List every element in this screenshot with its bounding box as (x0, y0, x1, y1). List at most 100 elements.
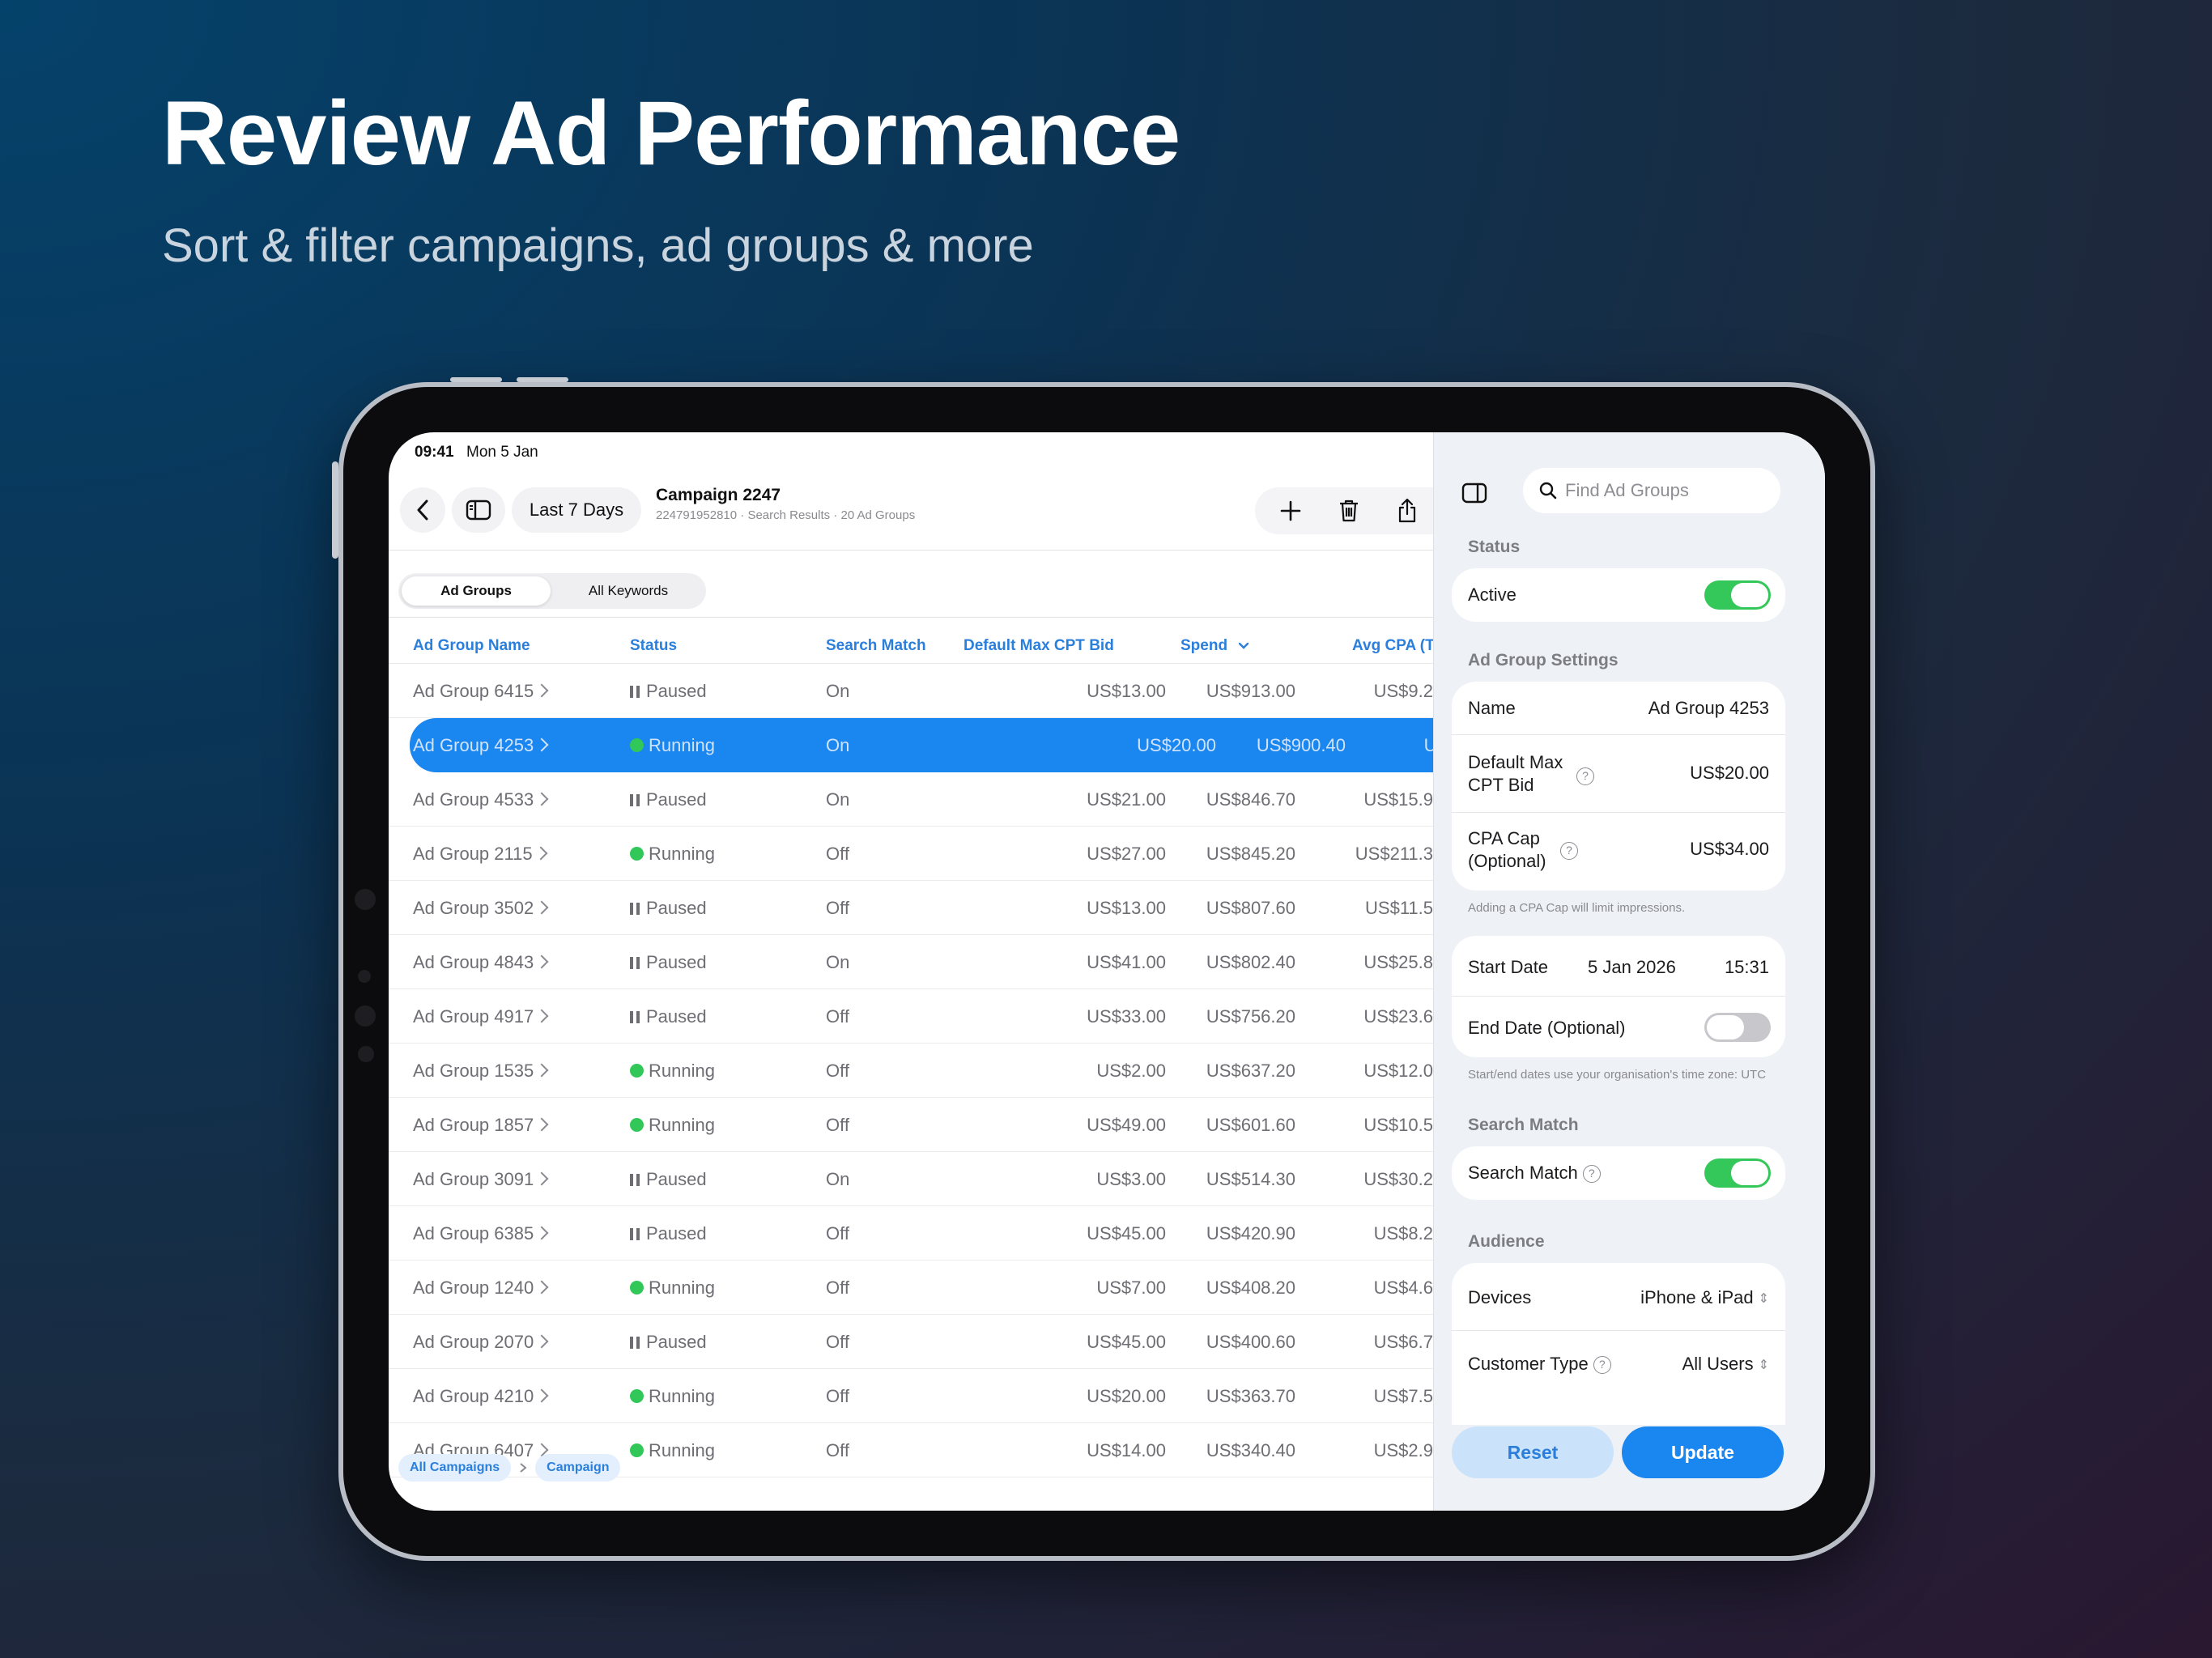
devices-label: Devices (1468, 1287, 1532, 1307)
inspector-toggle-button[interactable] (1461, 483, 1487, 508)
cell-text: US$41.00 (1087, 952, 1166, 972)
cell-text: US$45.00 (1087, 1223, 1166, 1244)
delete-button[interactable] (1326, 488, 1372, 534)
table-row[interactable]: Ad Group 1240 Running Off US$7.00 US$408.20 U… (389, 1261, 1433, 1315)
cell-match: On (826, 952, 849, 973)
pause-icon (630, 794, 640, 806)
cell-match: On (826, 735, 849, 756)
cell-text: US$211.3 (1355, 844, 1433, 864)
cell-text: Off (826, 1440, 849, 1460)
breadcrumb-campaign[interactable]: Campaign (535, 1454, 621, 1482)
cpa-label: CPA Cap (Optional) (1468, 827, 1546, 873)
table-row[interactable]: Ad Group 6385 Paused Off US$45.00 US$420.90 U… (389, 1206, 1433, 1261)
cell-text: US$420.90 (1206, 1223, 1295, 1244)
segment-ad-groups[interactable]: Ad Groups (402, 576, 551, 606)
search-field[interactable]: Find Ad Groups (1523, 468, 1780, 513)
name-value[interactable]: Ad Group 4253 (1648, 698, 1769, 719)
date-range-button[interactable]: Last 7 Days (512, 487, 641, 533)
customer-type-row[interactable]: Customer Type? All Users ⇕ (1452, 1331, 1785, 1399)
pause-icon (630, 686, 640, 698)
dates-card: Start Date 5 Jan 2026 15:31 End Date (Op… (1452, 936, 1785, 1057)
table-row[interactable]: Ad Group 6415 Paused On US$13.00 US$913.00 US… (389, 664, 1433, 718)
breadcrumb-all-campaigns[interactable]: All Campaigns (398, 1454, 512, 1482)
col-ad-group-name[interactable]: Ad Group Name (413, 637, 530, 655)
share-button[interactable] (1385, 488, 1430, 534)
search-match-help-icon[interactable]: ? (1582, 1165, 1601, 1184)
add-button[interactable] (1268, 488, 1313, 534)
cell-bid: US$27.00 (1087, 844, 1166, 865)
cell-bid: US$2.00 (1096, 1061, 1166, 1082)
table-row[interactable]: Ad Group 2070 Paused Off US$45.00 US$400.60 U… (389, 1315, 1433, 1369)
search-match-section-title: Search Match (1468, 1116, 1579, 1134)
name-row[interactable]: Name Ad Group 4253 (1452, 682, 1785, 735)
cell-spend: US$420.90 (1206, 1223, 1295, 1244)
table-row[interactable]: Ad Group 4843 Paused On US$41.00 US$802.40 US… (389, 935, 1433, 989)
search-match-toggle[interactable] (1704, 1158, 1771, 1188)
table-row[interactable]: Ad Group 4917 Paused Off US$33.00 US$756.20 U… (389, 989, 1433, 1044)
cell-name: Ad Group 4917 (413, 1006, 549, 1027)
table-row[interactable]: Ad Group 1857 Running Off US$49.00 US$601.60… (389, 1098, 1433, 1152)
end-date-toggle[interactable] (1704, 1013, 1771, 1042)
table-row[interactable]: Ad Group 4253RunningOnUS$20.00US$900.40U… (410, 718, 1483, 772)
bid-help-icon[interactable]: ? (1576, 767, 1594, 785)
devices-row[interactable]: Devices iPhone & iPad ⇕ (1452, 1263, 1785, 1331)
cell-text: Running (649, 1386, 715, 1406)
table-row[interactable]: Ad Group 4533 Paused On US$21.00 US$846.70 US… (389, 772, 1433, 827)
sidebar-button[interactable] (452, 487, 505, 533)
bid-value[interactable]: US$20.00 (1690, 763, 1769, 784)
status-time: 09:41 (415, 444, 454, 461)
col-search-match[interactable]: Search Match (826, 637, 926, 655)
start-date-value[interactable]: 5 Jan 2026 (1588, 957, 1676, 978)
cell-text: US$340.40 (1206, 1440, 1295, 1460)
bid-row[interactable]: Default Max CPT Bid ? US$20.00 (1452, 735, 1785, 813)
active-toggle[interactable] (1704, 580, 1771, 610)
cell-match: Off (826, 1061, 849, 1082)
cell-text: US$20.00 (1087, 1386, 1166, 1406)
cell-text: Paused (646, 952, 707, 972)
segment-all-keywords[interactable]: All Keywords (554, 576, 703, 606)
chevron-right-icon (534, 900, 549, 915)
customer-type-label-text: Customer Type (1468, 1354, 1589, 1374)
table-row[interactable]: Ad Group 3091 Paused On US$3.00 US$514.30 US$… (389, 1152, 1433, 1206)
cell-text: Ad Group 4917 (413, 1006, 534, 1027)
running-dot-icon (630, 738, 644, 752)
cpa-row[interactable]: CPA Cap (Optional) ? US$34.00 (1452, 813, 1785, 891)
table-row[interactable]: Ad Group 1535 Running Off US$2.00 US$637.20 U… (389, 1044, 1433, 1098)
col-default-max-cpt-bid[interactable]: Default Max CPT Bid (963, 637, 1114, 655)
cell-spend: US$807.60 (1206, 898, 1295, 919)
cell-cpa: US$11.5 (1365, 898, 1433, 919)
customer-type-help-icon[interactable]: ? (1593, 1356, 1611, 1375)
devices-value[interactable]: iPhone & iPad ⇕ (1640, 1287, 1769, 1308)
cell-text: US$845.20 (1206, 844, 1295, 864)
cell-cpa: US$23.6 (1363, 1006, 1433, 1027)
cell-match: On (826, 789, 849, 810)
col-spend[interactable]: Spend (1180, 637, 1249, 655)
cell-match: Off (826, 898, 849, 919)
cell-spend: US$846.70 (1206, 789, 1295, 810)
start-time-value[interactable]: 15:31 (1725, 957, 1769, 978)
search-match-label: Search Match? (1468, 1163, 1601, 1184)
cell-text: On (826, 789, 850, 810)
col-status[interactable]: Status (630, 637, 677, 655)
camera-dot-2 (355, 1005, 376, 1027)
search-icon (1539, 482, 1557, 500)
cell-match: Off (826, 1006, 849, 1027)
cpa-help-icon[interactable]: ? (1560, 842, 1578, 860)
update-button[interactable]: Update (1622, 1426, 1784, 1478)
reset-button[interactable]: Reset (1452, 1426, 1614, 1478)
cell-text: Off (826, 898, 849, 918)
cell-text: US$30.2 (1363, 1169, 1433, 1189)
cpa-value[interactable]: US$34.00 (1690, 839, 1769, 860)
back-button[interactable] (400, 487, 445, 533)
cell-name: Ad Group 2070 (413, 1332, 549, 1353)
bid-label: Default Max CPT Bid (1468, 751, 1563, 797)
cell-text: Off (826, 1223, 849, 1244)
table-row[interactable]: Ad Group 4210 Running Off US$20.00 US$363.70… (389, 1369, 1433, 1423)
customer-type-value[interactable]: All Users ⇕ (1682, 1354, 1769, 1375)
cell-name: Ad Group 1240 (413, 1278, 549, 1299)
chevron-right-icon (534, 1334, 549, 1349)
table-row[interactable]: Ad Group 2115 Running Off US$27.00 US$845.20… (389, 827, 1433, 881)
chevron-right-icon (534, 1226, 549, 1240)
table-row[interactable]: Ad Group 3502 Paused Off US$13.00 US$807.60 U… (389, 881, 1433, 935)
sidebar-icon (466, 500, 491, 521)
